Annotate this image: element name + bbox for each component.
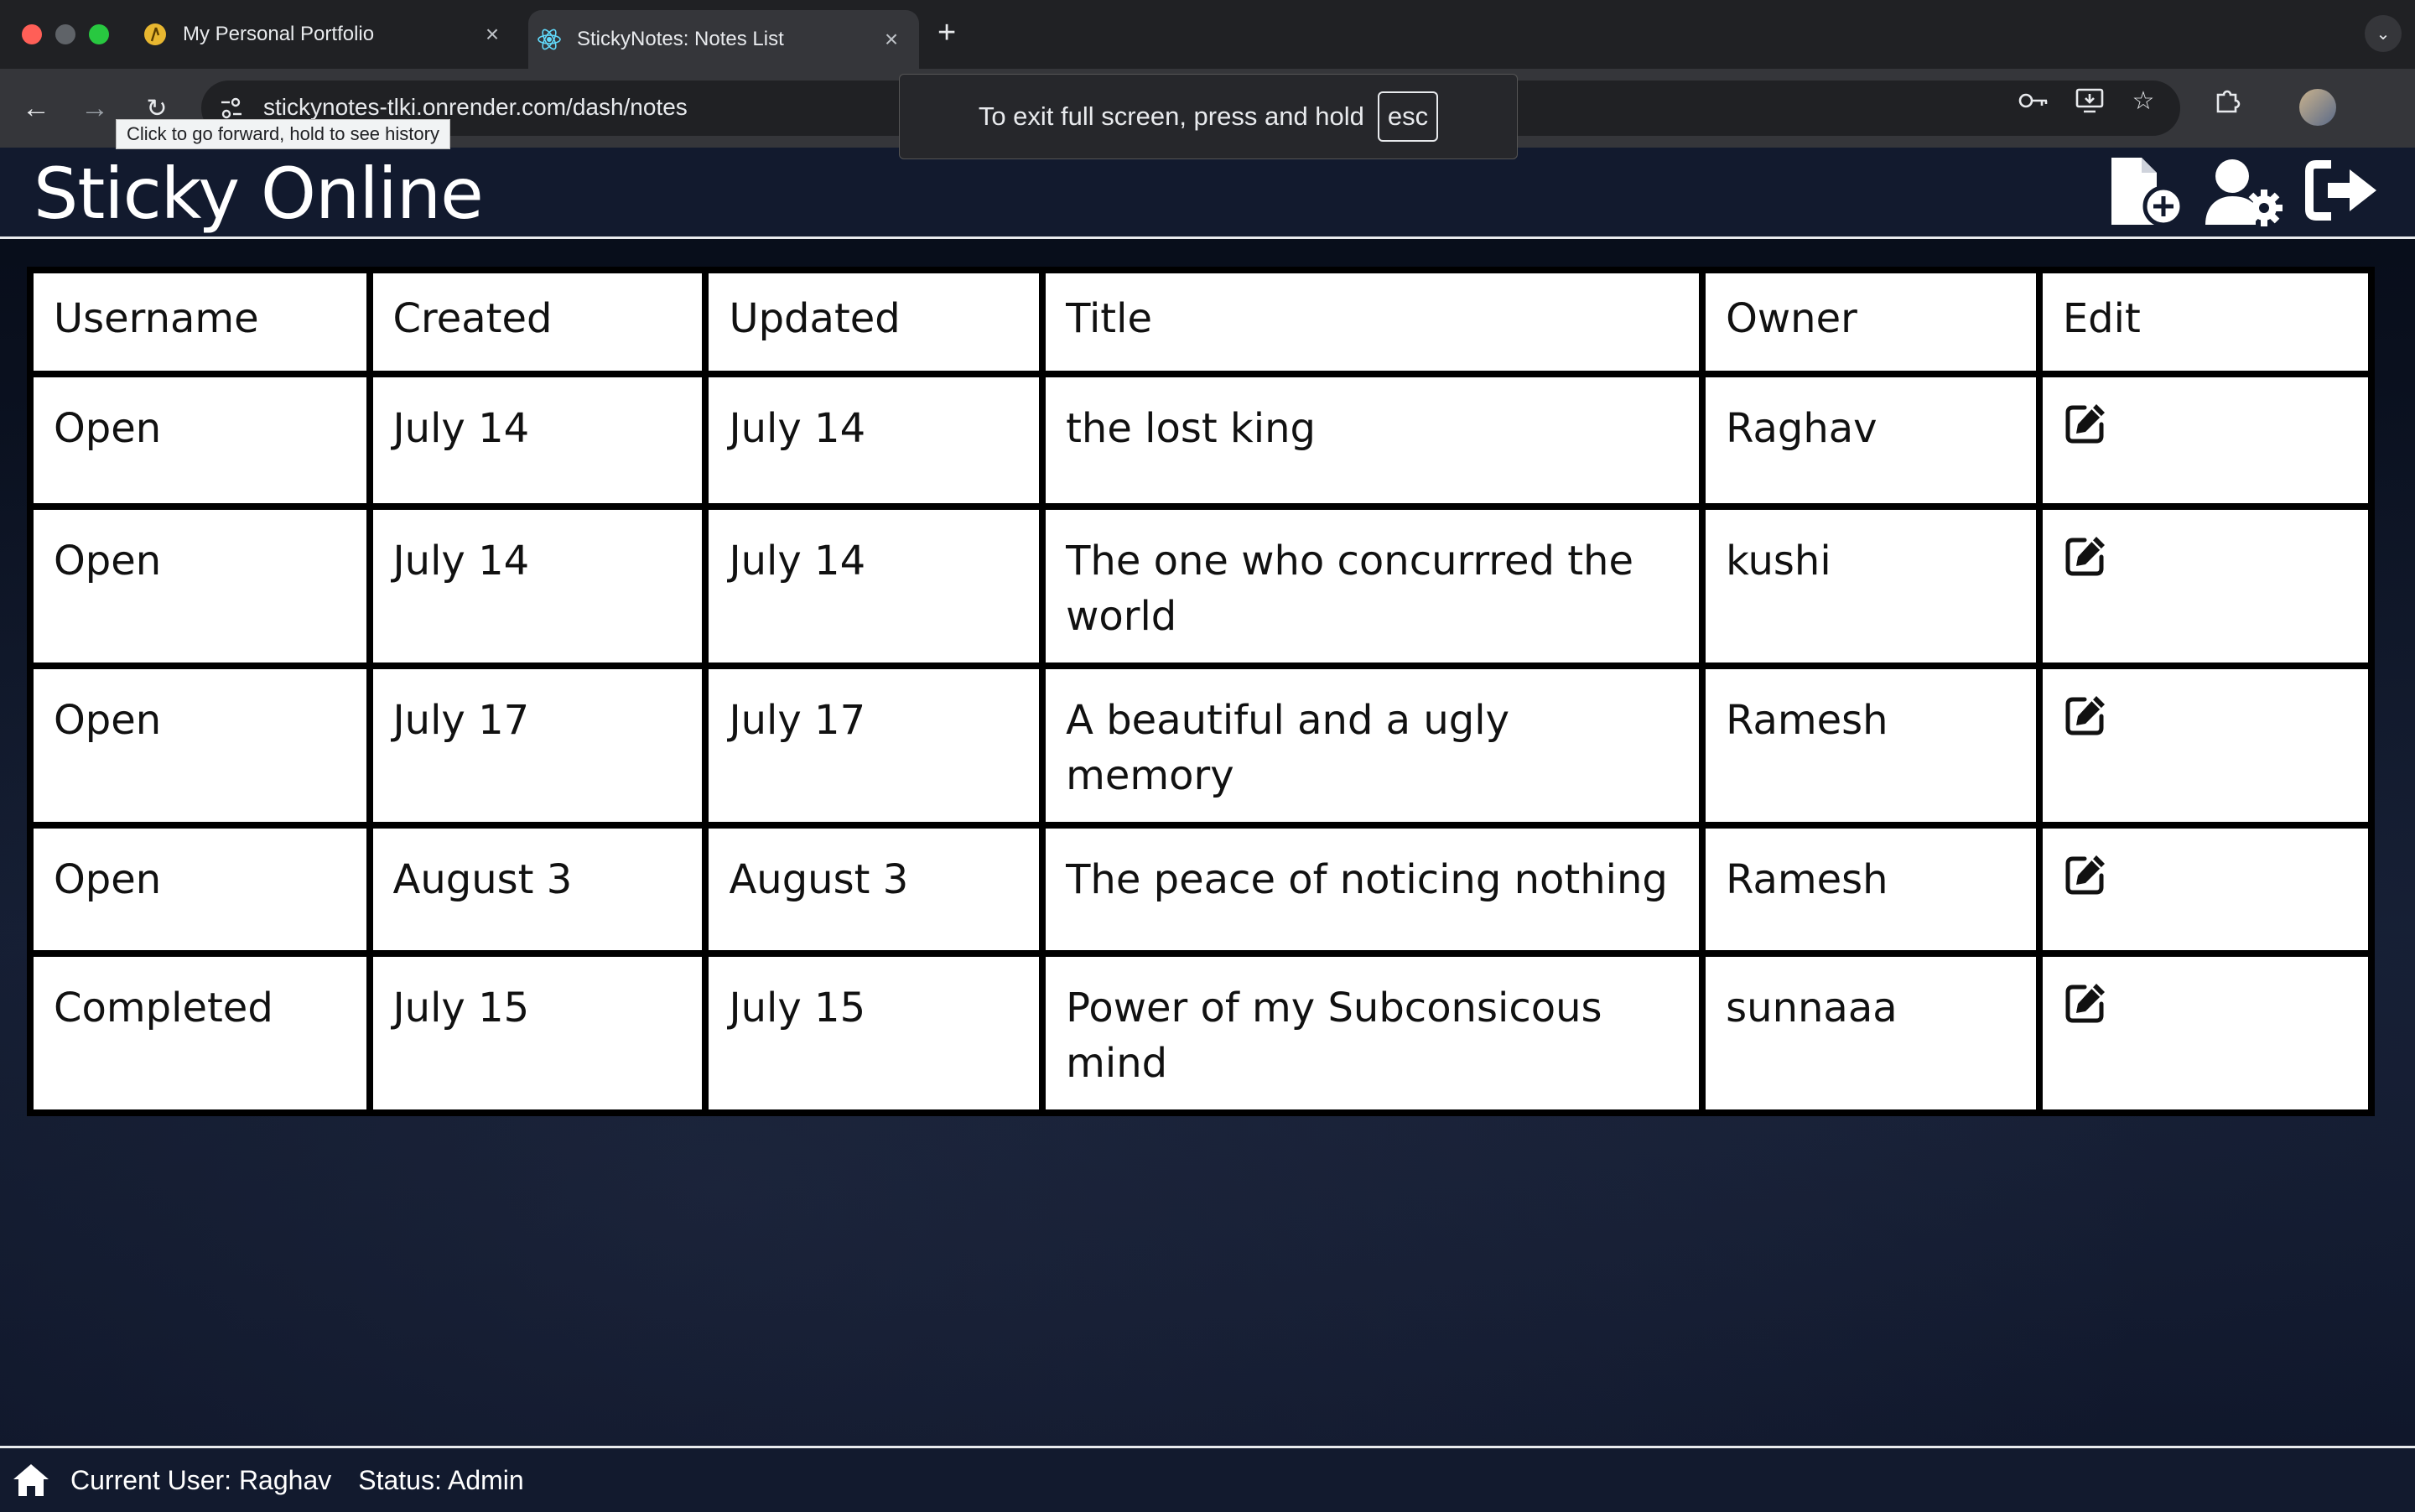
edit-note-icon[interactable] [2063, 852, 2108, 897]
note-title: The one who concurrred the world [1046, 510, 1700, 662]
table-header-row: Username Created Updated Title Owner Edi… [34, 273, 2368, 371]
close-tab-icon[interactable]: × [480, 21, 505, 48]
react-favicon-icon [537, 27, 562, 52]
back-arrow-icon[interactable]: ← [17, 89, 55, 127]
note-updated: August 3 [709, 829, 1040, 950]
page-title[interactable]: Sticky Online [34, 153, 484, 235]
logout-icon[interactable] [2303, 154, 2386, 230]
edit-cell [2042, 829, 2368, 950]
note-status: Open [34, 377, 366, 503]
note-status: Open [34, 829, 366, 950]
note-title: the lost king [1046, 377, 1700, 503]
app-header: Sticky Online [0, 148, 2415, 239]
bookmark-star-icon[interactable]: ☆ [2127, 84, 2160, 117]
column-header-created: Created [372, 273, 703, 371]
tab-title: StickyNotes: Notes List [577, 28, 784, 50]
new-note-icon[interactable] [2105, 154, 2189, 230]
note-created: July 17 [372, 669, 703, 822]
url-text: stickynotes-tlki.onrender.com/dash/notes [263, 94, 688, 120]
column-header-updated: Updated [709, 273, 1040, 371]
column-header-owner: Owner [1706, 273, 2036, 371]
note-created: July 15 [372, 957, 703, 1109]
edit-cell [2042, 669, 2368, 822]
profile-avatar[interactable] [2299, 89, 2336, 126]
table-row: Open July 14 July 14 The one who concurr… [34, 510, 2368, 662]
table-row: Open July 17 July 17 A beautiful and a u… [34, 669, 2368, 822]
tab-search-chevron-icon[interactable]: ⌄ [2365, 15, 2402, 52]
esc-key-label: esc [1377, 91, 1439, 142]
forward-button-tooltip: Click to go forward, hold to see history [116, 119, 450, 149]
user-status-label: Status: Admin [358, 1464, 524, 1495]
close-tab-icon[interactable]: × [879, 26, 904, 53]
tab-portfolio[interactable]: My Personal Portfolio × [134, 0, 520, 69]
edit-cell [2042, 510, 2368, 662]
note-updated: July 15 [709, 957, 1040, 1109]
note-updated: July 17 [709, 669, 1040, 822]
fullscreen-window-button[interactable] [89, 24, 109, 44]
portfolio-favicon-icon [143, 22, 168, 47]
browser-tab-bar: My Personal Portfolio × StickyNotes: Not… [0, 0, 2415, 69]
column-header-edit: Edit [2042, 273, 2368, 371]
note-status: Open [34, 669, 366, 822]
note-title: The peace of noticing nothing [1046, 829, 1700, 950]
note-created: August 3 [372, 829, 703, 950]
notes-table: Username Created Updated Title Owner Edi… [27, 267, 2375, 1116]
app-footer: Current User: Raghav Status: Admin [0, 1446, 2415, 1512]
new-tab-button[interactable]: + [937, 15, 956, 51]
note-owner: Raghav [1706, 377, 2036, 503]
edit-note-icon[interactable] [2063, 980, 2108, 1026]
password-key-icon[interactable] [2018, 84, 2051, 117]
note-title: A beautiful and a ugly memory [1046, 669, 1700, 822]
note-status: Open [34, 510, 366, 662]
notes-page: Sticky Online Username Created Updated T… [0, 148, 2415, 1446]
edit-note-icon[interactable] [2063, 693, 2108, 738]
note-created: July 14 [372, 510, 703, 662]
tab-notes-list[interactable]: StickyNotes: Notes List × [528, 10, 919, 69]
edit-note-icon[interactable] [2063, 533, 2108, 579]
note-created: July 14 [372, 377, 703, 503]
table-row: Completed July 15 July 15 Power of my Su… [34, 957, 2368, 1109]
note-owner: sunnaaa [1706, 957, 2036, 1109]
user-settings-icon[interactable] [2202, 154, 2286, 230]
note-owner: Ramesh [1706, 829, 2036, 950]
column-header-username: Username [34, 273, 366, 371]
tab-title: My Personal Portfolio [183, 23, 375, 45]
note-owner: kushi [1706, 510, 2036, 662]
table-row: Open July 14 July 14 the lost king Ragha… [34, 377, 2368, 503]
note-owner: Ramesh [1706, 669, 2036, 822]
install-app-icon[interactable] [2073, 84, 2106, 117]
note-title: Power of my Subconsicous mind [1046, 957, 1700, 1109]
table-row: Open August 3 August 3 The peace of noti… [34, 829, 2368, 950]
fullscreen-notice-text: To exit full screen, press and hold [978, 101, 1364, 131]
note-updated: July 14 [709, 377, 1040, 503]
fullscreen-notice: To exit full screen, press and hold esc [899, 74, 1518, 159]
home-icon[interactable] [12, 1461, 50, 1499]
note-updated: July 14 [709, 510, 1040, 662]
current-user-label: Current User: Raghav [70, 1464, 332, 1495]
note-status: Completed [34, 957, 366, 1109]
minimize-window-button[interactable] [55, 24, 75, 44]
close-window-button[interactable] [22, 24, 42, 44]
edit-note-icon[interactable] [2063, 401, 2108, 446]
extensions-puzzle-icon[interactable] [2210, 84, 2244, 117]
edit-cell [2042, 957, 2368, 1109]
edit-cell [2042, 377, 2368, 503]
column-header-title: Title [1046, 273, 1700, 371]
forward-arrow-icon[interactable]: → [75, 89, 114, 127]
